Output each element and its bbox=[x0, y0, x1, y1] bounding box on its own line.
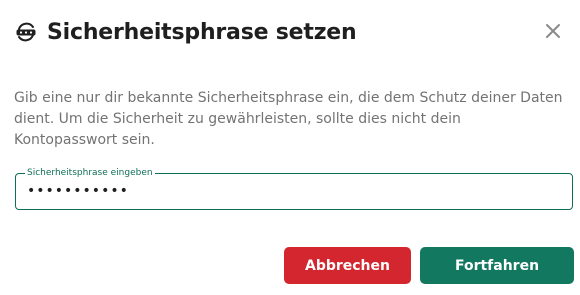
close-icon[interactable] bbox=[542, 20, 564, 42]
dialog-header: Sicherheitsphrase setzen bbox=[14, 14, 566, 50]
dialog-title: Sicherheitsphrase setzen bbox=[47, 19, 357, 45]
continue-button[interactable]: Fortfahren bbox=[420, 247, 574, 284]
security-phrase-field[interactable]: Sicherheitsphrase eingeben bbox=[15, 167, 573, 210]
security-phrase-input[interactable] bbox=[27, 183, 562, 199]
security-phrase-label: Sicherheitsphrase eingeben bbox=[25, 167, 155, 179]
shield-key-icon bbox=[14, 20, 38, 44]
dialog-description: Gib eine nur dir bekannte Sicherheitsphr… bbox=[14, 90, 563, 148]
security-phrase-dialog: Sicherheitsphrase setzen Gib eine nur di… bbox=[0, 0, 580, 295]
cancel-button[interactable]: Abbrechen bbox=[284, 247, 411, 284]
